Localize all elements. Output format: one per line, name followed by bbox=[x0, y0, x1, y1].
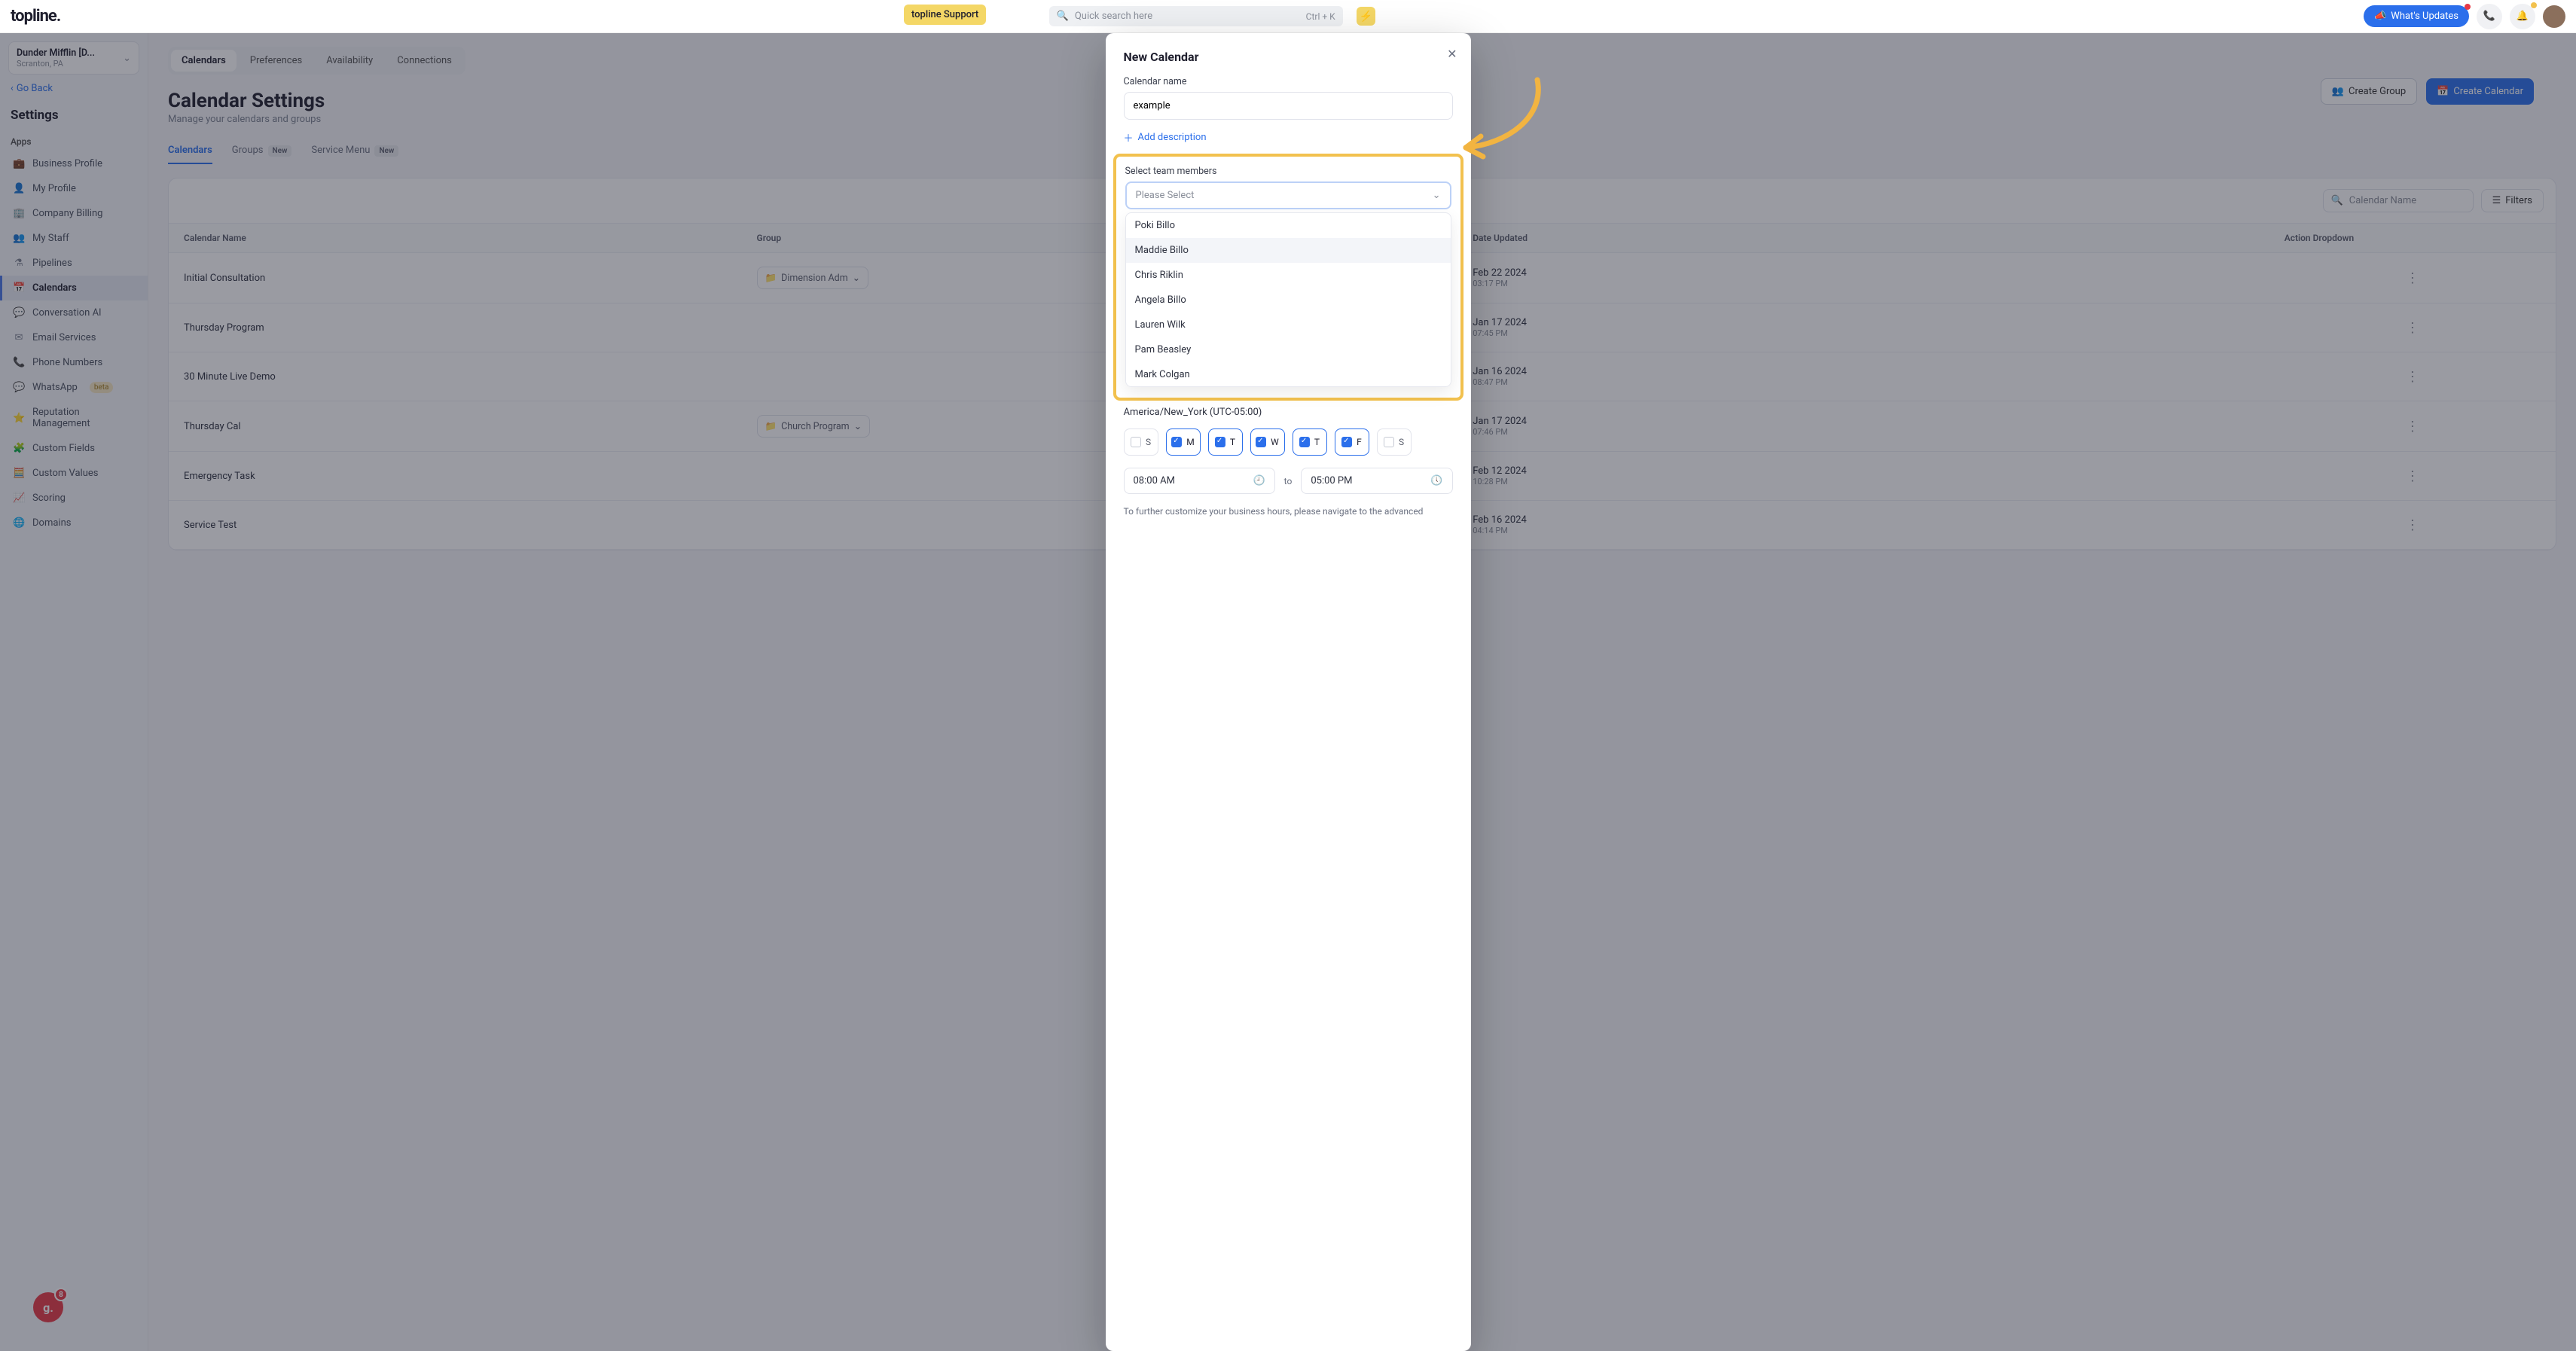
dropdown-option[interactable]: Angela Billo bbox=[1126, 288, 1451, 313]
team-members-label: Select team members bbox=[1125, 166, 1451, 177]
day-toggle-2[interactable]: T bbox=[1208, 428, 1243, 456]
notification-dot-icon bbox=[2465, 4, 2471, 10]
whats-updates-label: What's Updates bbox=[2391, 11, 2458, 22]
avatar[interactable] bbox=[2543, 5, 2565, 28]
highlighted-section: Select team members Please Select ⌄ Poki… bbox=[1113, 154, 1463, 401]
time-to-value: 05:00 PM bbox=[1311, 475, 1352, 486]
dropdown-option[interactable]: Pam Beasley bbox=[1126, 337, 1451, 362]
topbar: topline. 🔍 Quick search here Ctrl + K ⚡ … bbox=[0, 0, 2576, 33]
day-label: T bbox=[1314, 437, 1320, 447]
checkbox-icon bbox=[1171, 437, 1182, 447]
team-members-dropdown: Poki BilloMaddie BilloChris RiklinAngela… bbox=[1125, 212, 1451, 387]
search-placeholder: Quick search here bbox=[1075, 11, 1152, 22]
dropdown-option[interactable]: Chris Riklin bbox=[1126, 263, 1451, 288]
time-to-label: to bbox=[1284, 476, 1293, 486]
day-toggle-3[interactable]: W bbox=[1250, 428, 1285, 456]
new-calendar-modal: New Calendar ✕ Calendar name ＋ Add descr… bbox=[1106, 33, 1471, 1351]
day-label: T bbox=[1230, 437, 1235, 447]
search-shortcut: Ctrl + K bbox=[1306, 11, 1335, 22]
checkbox-icon bbox=[1215, 437, 1225, 447]
close-icon[interactable]: ✕ bbox=[1447, 47, 1457, 61]
clock-icon: 🕘 bbox=[1253, 475, 1265, 486]
day-toggle-6[interactable]: S bbox=[1377, 428, 1412, 456]
bell-button[interactable]: 🔔 bbox=[2510, 4, 2535, 29]
brand-logo: topline. bbox=[11, 7, 60, 26]
timezone-text: America/New_York (UTC-05:00) bbox=[1124, 407, 1453, 418]
time-from-input[interactable]: 08:00 AM 🕘 bbox=[1124, 468, 1275, 494]
dropdown-option[interactable]: Lauren Wilk bbox=[1126, 313, 1451, 337]
day-label: F bbox=[1357, 437, 1362, 447]
plus-icon: ＋ bbox=[1124, 130, 1134, 145]
day-label: M bbox=[1186, 437, 1194, 447]
modal-hint: To further customize your business hours… bbox=[1124, 505, 1453, 518]
dropdown-option[interactable]: Mark Colgan bbox=[1126, 362, 1451, 387]
bell-dot-icon bbox=[2531, 2, 2537, 8]
calendar-name-label: Calendar name bbox=[1124, 76, 1453, 87]
time-to-input[interactable]: 05:00 PM 🕔 bbox=[1301, 468, 1452, 494]
clock-icon: 🕔 bbox=[1430, 475, 1442, 486]
annotation-arrow-icon bbox=[1447, 72, 1560, 163]
add-description-link[interactable]: ＋ Add description bbox=[1124, 130, 1453, 145]
search-icon: 🔍 bbox=[1057, 11, 1069, 22]
support-tooltip: topline Support bbox=[904, 5, 986, 25]
dropdown-option[interactable]: Poki Billo bbox=[1126, 213, 1451, 238]
checkbox-icon bbox=[1256, 437, 1266, 447]
dropdown-option[interactable]: Maddie Billo bbox=[1126, 238, 1451, 263]
days-row: SMTWTFS bbox=[1124, 428, 1453, 456]
megaphone-icon: 📣 bbox=[2374, 11, 2386, 22]
modal-overlay[interactable]: New Calendar ✕ Calendar name ＋ Add descr… bbox=[0, 33, 2576, 1351]
select-placeholder: Please Select bbox=[1136, 190, 1195, 201]
time-from-value: 08:00 AM bbox=[1134, 475, 1175, 486]
checkbox-icon bbox=[1341, 437, 1352, 447]
checkbox-icon bbox=[1131, 437, 1141, 447]
add-description-label: Add description bbox=[1138, 132, 1207, 143]
day-label: S bbox=[1146, 437, 1151, 447]
chevron-down-icon: ⌄ bbox=[1433, 190, 1441, 201]
day-toggle-1[interactable]: M bbox=[1166, 428, 1201, 456]
modal-title: New Calendar bbox=[1124, 50, 1453, 64]
calendar-name-input[interactable] bbox=[1124, 92, 1453, 120]
day-label: S bbox=[1399, 437, 1404, 447]
bell-icon: 🔔 bbox=[2516, 11, 2529, 22]
day-toggle-4[interactable]: T bbox=[1293, 428, 1327, 456]
bolt-button[interactable]: ⚡ bbox=[1357, 7, 1375, 26]
day-label: W bbox=[1271, 437, 1279, 447]
whats-updates-button[interactable]: 📣 What's Updates bbox=[2364, 5, 2469, 27]
global-search[interactable]: 🔍 Quick search here Ctrl + K bbox=[1049, 6, 1343, 26]
day-toggle-0[interactable]: S bbox=[1124, 428, 1158, 456]
phone-button[interactable]: 📞 bbox=[2477, 4, 2502, 29]
checkbox-icon bbox=[1384, 437, 1394, 447]
day-toggle-5[interactable]: F bbox=[1335, 428, 1369, 456]
team-members-select[interactable]: Please Select ⌄ bbox=[1125, 181, 1451, 209]
checkbox-icon bbox=[1299, 437, 1310, 447]
phone-icon: 📞 bbox=[2483, 11, 2495, 22]
